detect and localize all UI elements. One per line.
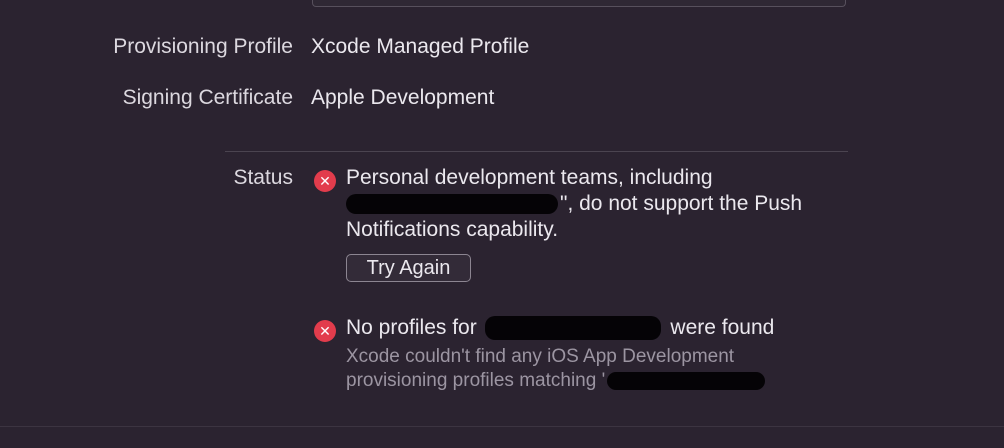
error-circle-icon: ✕ (314, 170, 336, 192)
status-label: Status (233, 166, 293, 189)
redacted-bundle-id (484, 316, 661, 341)
push-error-line-3: Notifications capability. (346, 218, 559, 241)
provisioning-profile-value: Xcode Managed Profile (311, 35, 530, 58)
error-circle-icon: ✕ (314, 320, 336, 342)
no-profiles-title-prefix: No profiles for (346, 316, 477, 339)
push-error-line-2-text: ", do not support the Push (560, 192, 803, 215)
push-error-line-1: Personal development teams, including (346, 166, 713, 189)
redacted-team-name (346, 194, 558, 215)
no-profiles-error-title: No profiles for were found (346, 315, 774, 341)
no-profiles-detail-line-1: Xcode couldn't find any iOS App Developm… (346, 346, 735, 367)
try-again-button[interactable]: Try Again (346, 254, 471, 282)
no-profiles-detail-line-2: provisioning profiles matching ' (346, 369, 766, 393)
section-divider (225, 151, 848, 152)
push-error-line-2: ", do not support the Push (346, 191, 802, 217)
provisioning-profile-label: Provisioning Profile (113, 35, 293, 58)
no-profiles-title-suffix: were found (670, 316, 775, 339)
bundle-identifier-field[interactable] (312, 0, 846, 7)
no-profiles-detail-line-2-text: provisioning profiles matching ' (346, 370, 606, 391)
signing-certificate-value: Apple Development (311, 86, 495, 109)
bottom-divider (0, 426, 1004, 427)
redacted-bundle-id-detail (607, 371, 766, 390)
signing-certificate-label: Signing Certificate (122, 86, 293, 109)
